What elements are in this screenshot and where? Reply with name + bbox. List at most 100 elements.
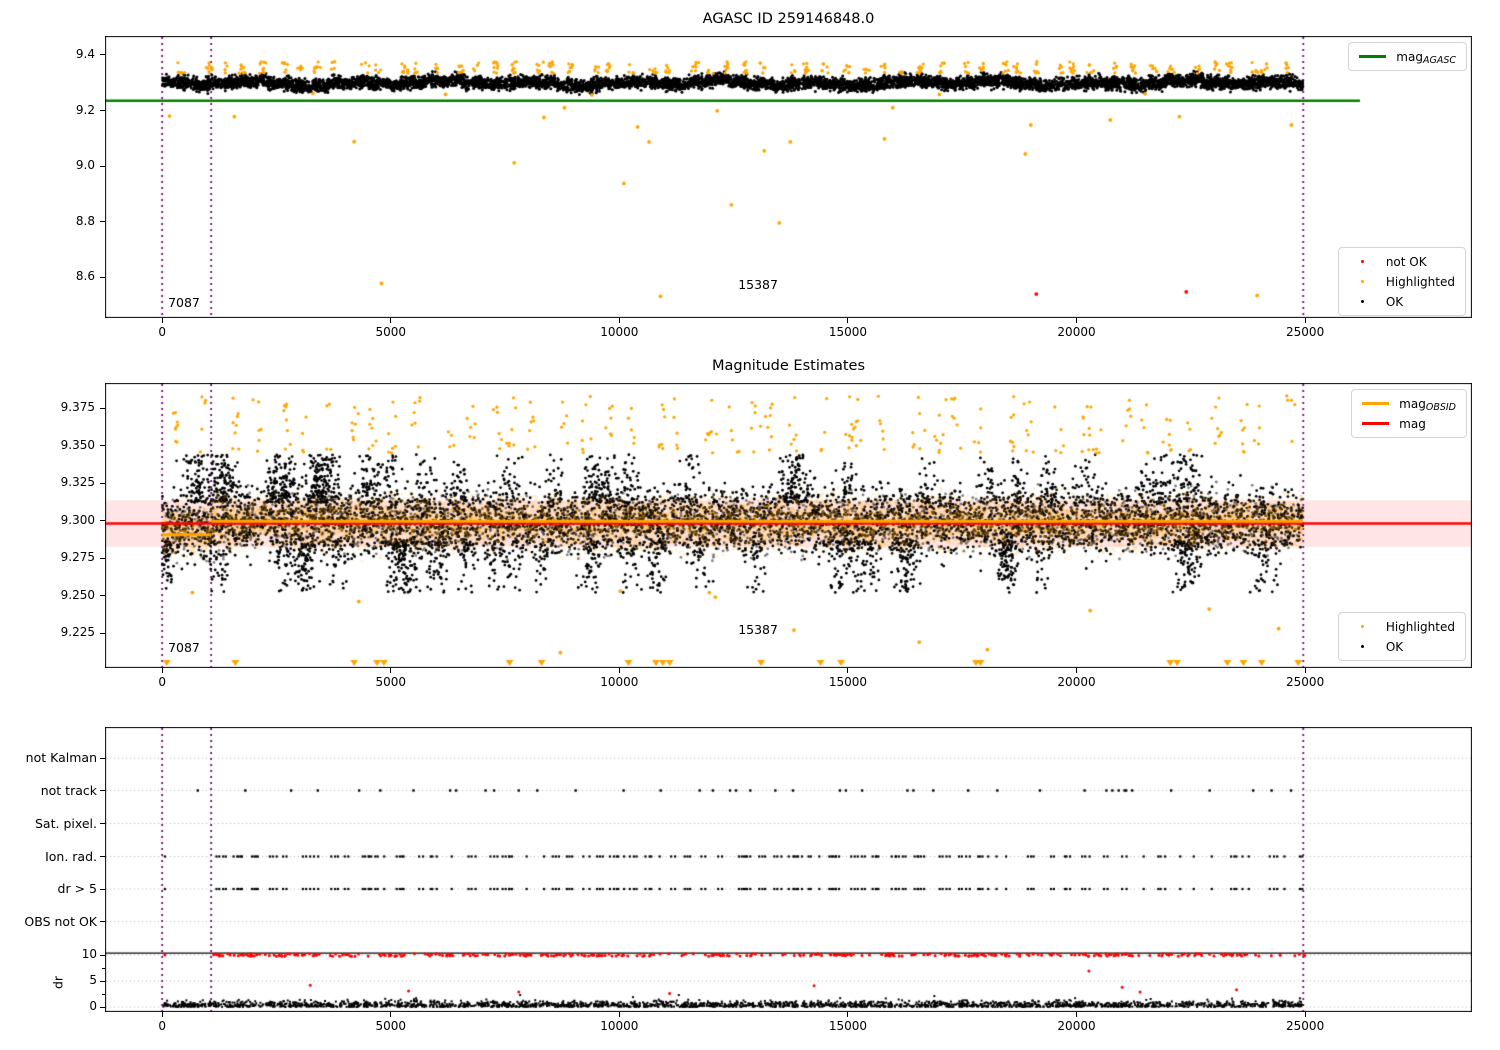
- x-tick-label: 20000: [1057, 325, 1096, 339]
- mag-obsid-line-swatch: [1362, 402, 1390, 405]
- flag-tick: [100, 888, 105, 890]
- y-tick: [100, 54, 105, 56]
- obsid-annotation: 15387: [738, 277, 778, 293]
- x-tick: [847, 1012, 849, 1017]
- y-tick-label: 9.4: [75, 46, 95, 61]
- flag-row-label-not_track: not track: [40, 782, 97, 798]
- legend-entry-ok-2: OK: [1349, 638, 1455, 655]
- dr-minor-tick: [102, 993, 105, 995]
- x-tick: [847, 668, 849, 673]
- flag-tick: [100, 757, 105, 759]
- y-tick-label: 9.275: [60, 550, 95, 565]
- dr-tick-label: 10: [81, 947, 97, 961]
- flag-row-label-sat_pixel: Sat. pixel.: [35, 815, 97, 831]
- y-tick-label: 9.325: [60, 475, 95, 490]
- mag-agasc-line-swatch: [1359, 55, 1387, 58]
- x-tick-label: 15000: [828, 325, 868, 339]
- y-tick-label: 9.225: [60, 625, 95, 640]
- x-tick-label: 5000: [375, 1019, 406, 1033]
- x-tick: [1076, 668, 1078, 673]
- dr-minor-tick: [102, 967, 105, 969]
- x-tick-label: 10000: [600, 1019, 639, 1033]
- dr-tick: [100, 954, 105, 956]
- x-tick: [1304, 318, 1306, 323]
- y-tick-label: 8.8: [75, 213, 95, 228]
- y-tick: [100, 557, 105, 559]
- x-tick-label: 20000: [1057, 1019, 1096, 1033]
- x-tick-label: 15000: [828, 1019, 868, 1033]
- plot-title-flux: AGASC ID 259146848.0: [702, 11, 875, 27]
- ok-marker-swatch: [1349, 299, 1376, 304]
- dr-tick-label: 5: [89, 973, 97, 987]
- legend-label-mag-obsid: magOBSID: [1399, 396, 1456, 414]
- x-tick-label: 5000: [375, 325, 406, 339]
- y-tick: [100, 520, 105, 522]
- x-tick-label: 0: [158, 675, 166, 689]
- flag-row-label-dr_gt_5: dr > 5: [57, 881, 97, 896]
- flag-tick: [100, 823, 105, 824]
- y-tick-label: 9.300: [60, 512, 95, 527]
- legend-flux-markers: not OK Highlighted OK: [1337, 247, 1466, 316]
- mag-line-swatch: [1362, 422, 1390, 425]
- y-tick: [100, 221, 105, 223]
- x-tick: [618, 318, 620, 323]
- x-tick: [1076, 318, 1078, 323]
- y-tick: [100, 407, 105, 409]
- x-tick-label: 10000: [600, 675, 639, 689]
- legend-mag-lines: magOBSID mag: [1351, 389, 1467, 438]
- y-tick-label: 9.375: [60, 400, 95, 415]
- ok-marker-swatch-2: [1349, 644, 1376, 649]
- x-tick-label: 20000: [1057, 675, 1096, 689]
- x-tick-label: 10000: [600, 325, 639, 339]
- y-tick: [100, 110, 105, 112]
- x-tick-label: 25000: [1286, 325, 1325, 339]
- x-tick: [847, 318, 849, 323]
- y-tick: [100, 632, 105, 634]
- y-tick-label: 9.2: [75, 102, 95, 117]
- x-tick-label: 5000: [375, 675, 406, 689]
- legend-entry-ok: OK: [1349, 293, 1455, 310]
- x-tick: [1304, 1012, 1306, 1017]
- x-tick: [161, 1012, 163, 1017]
- y-tick-label: 9.250: [60, 587, 95, 602]
- x-tick-label: 25000: [1286, 1019, 1325, 1033]
- not-ok-marker-swatch: [1349, 259, 1376, 264]
- x-tick-label: 0: [158, 1019, 166, 1033]
- y-tick: [100, 165, 105, 167]
- flux-plot-canvas: [105, 36, 1472, 318]
- flag-row-label-not_kalman: not Kalman: [25, 750, 97, 765]
- y-tick: [100, 445, 105, 447]
- x-tick-label: 25000: [1286, 675, 1325, 689]
- x-tick-label: 15000: [828, 675, 868, 689]
- x-tick: [618, 1012, 620, 1017]
- x-tick: [161, 668, 163, 673]
- obsid-annotation: 7087: [168, 639, 200, 655]
- x-tick: [390, 1012, 392, 1017]
- y-tick: [100, 276, 105, 278]
- flag-tick: [100, 856, 105, 857]
- legend-entry-highlighted-2: Highlighted: [1349, 618, 1455, 635]
- legend-entry-not-ok: not OK: [1349, 253, 1455, 270]
- legend-entry-mag: mag: [1362, 415, 1456, 432]
- y-tick-label: 8.6: [75, 269, 95, 284]
- obsid-annotation: 7087: [168, 294, 200, 310]
- x-tick: [390, 318, 392, 323]
- magnitude-plot-canvas: [105, 383, 1472, 668]
- legend-entry-highlighted: Highlighted: [1349, 273, 1455, 290]
- legend-mag-agasc: magAGASC: [1348, 42, 1467, 71]
- x-tick-label: 0: [158, 325, 166, 339]
- obsid-annotation: 15387: [738, 621, 778, 637]
- legend-magnitude-markers: Highlighted OK: [1337, 612, 1466, 661]
- x-tick: [1304, 668, 1306, 673]
- legend-entry-mag-agasc: magAGASC: [1359, 48, 1456, 67]
- dr-tick: [100, 1006, 105, 1008]
- y-tick-label: 9.0: [75, 158, 95, 173]
- plot-title-magnitude-estimates: Magnitude Estimates: [711, 358, 866, 374]
- x-tick: [618, 668, 620, 673]
- flag-tick: [100, 790, 105, 791]
- flag-row-label-obs_not_ok: OBS not OK: [24, 913, 97, 929]
- dr-tick: [100, 980, 105, 982]
- legend-label-mag-agasc: magAGASC: [1396, 49, 1456, 67]
- highlighted-marker-swatch-2: [1349, 624, 1376, 629]
- x-tick: [161, 318, 163, 323]
